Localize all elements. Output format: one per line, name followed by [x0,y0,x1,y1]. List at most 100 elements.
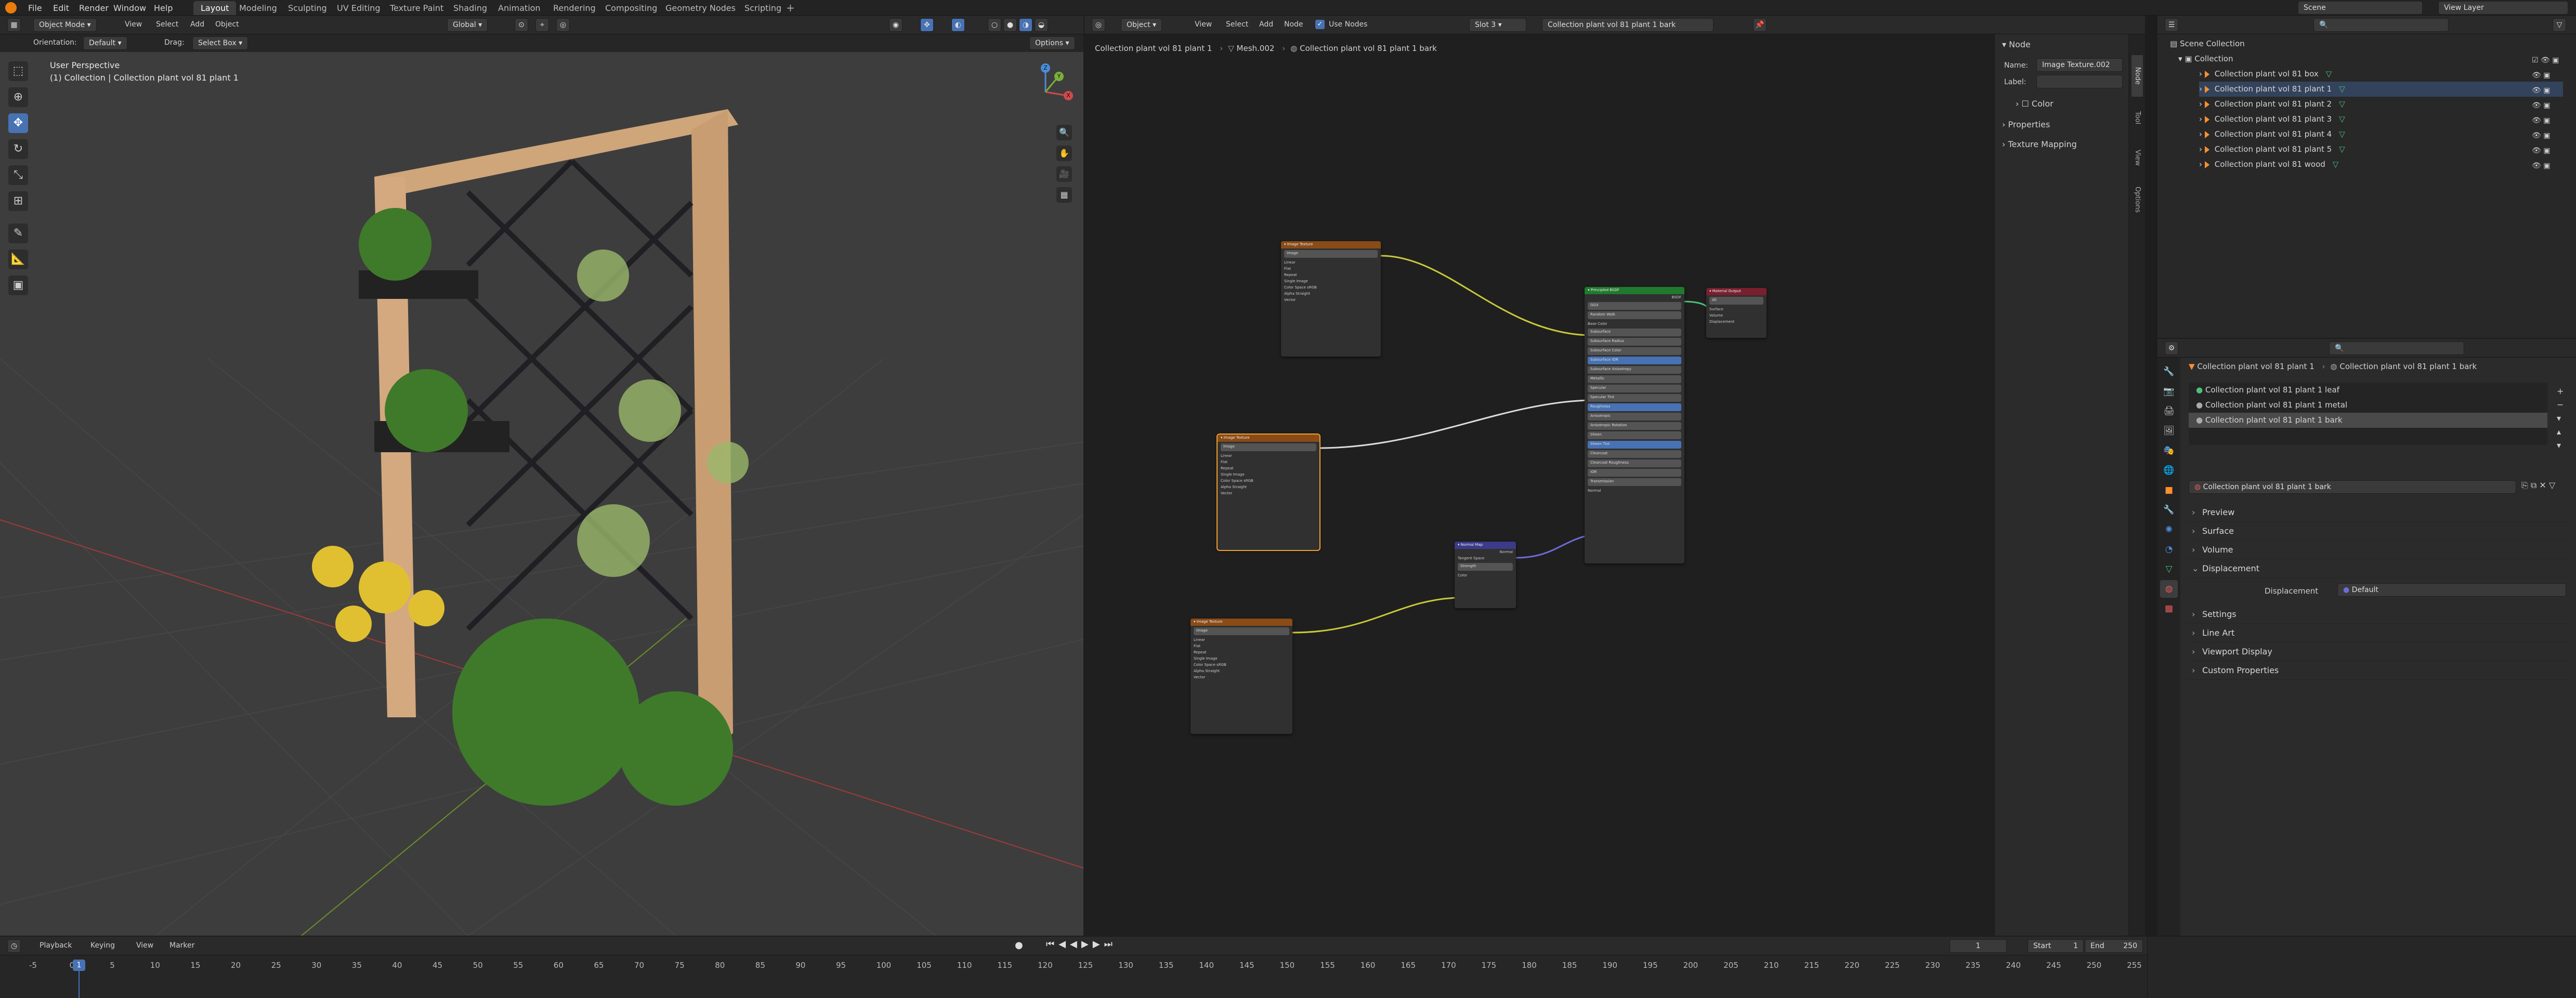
outliner-item[interactable]: › Collection plant vol 81 plant 4 ▽ [2199,127,2345,142]
gizmo-y[interactable]: Y [1054,72,1064,81]
line-art-section[interactable]: › Line Art [2187,624,2571,642]
orientation-dropdown[interactable]: Default ▾ [83,36,127,50]
visibility-column[interactable]: ☑ 👁 ▣ 👁 ▣ 👁 ▣ 👁 ▣ 👁 ▣ 👁 ▣ 👁 ▣ 👁 ▣ [2532,53,2559,174]
playhead[interactable]: 1 [73,960,85,971]
menu-edit[interactable]: Edit [48,1,74,15]
datablock-controls[interactable]: ⎘ ⧉ ✕ ▽ [2521,480,2555,491]
menu-file[interactable]: File [23,1,47,15]
properties-search-input[interactable]: 🔍 [2329,342,2464,355]
material-slot[interactable]: ● Collection plant vol 81 plant 1 leaf [2189,383,2547,398]
timeline-menu-marker[interactable]: Marker [169,941,194,950]
solid-shading-icon[interactable]: ● [1003,18,1017,32]
filter-icon[interactable]: ▽ [2553,18,2566,32]
timeline-menu-view[interactable]: View [136,941,153,950]
material-shading-icon[interactable]: ◑ [1019,18,1032,32]
surface-section[interactable]: › Surface [2187,522,2571,541]
drag-dropdown[interactable]: Select Box ▾ [192,36,249,50]
image-texture-node-1[interactable]: ▾ Image Texture Image Linear Flat Repeat Si… [1281,241,1381,357]
physics-tab-icon[interactable]: ◔ [2160,541,2178,558]
outliner-type-icon[interactable]: ☰ [2165,18,2178,32]
node-image-row[interactable]: Image [1194,627,1289,635]
timeline-ruler[interactable]: -5 0 5 10 15 20 25 30 35 40 45 50 55 60 65 70 75 80 85 90 95… [0,960,2147,972]
wireframe-shading-icon[interactable]: ○ [988,18,1001,32]
tab-scripting[interactable]: Scripting [737,1,789,15]
tweak-tool-icon[interactable]: ⬚ [8,61,28,81]
principled-bsdf-node[interactable]: ▾ Principled BSDF BSDF GGX Random Walk Bas… [1585,287,1684,563]
scene-selector[interactable]: Scene [2298,1,2423,15]
tab-shading[interactable]: Shading [446,1,494,15]
gizmo-z[interactable]: Z [1041,63,1050,73]
rendered-shading-icon[interactable]: ◒ [1035,18,1048,32]
move-tool-icon[interactable]: ✥ [8,113,28,133]
outliner-search-input[interactable]: 🔍 [2313,18,2449,32]
timeline-menu-playback[interactable]: Playback [40,941,72,950]
scale-tool-icon[interactable]: ⤡ [8,165,28,185]
node-name-field[interactable]: Image Texture.002 [2036,58,2123,72]
add-workspace-icon[interactable]: + [786,2,795,14]
zoom-icon[interactable]: 🔍 [1056,125,1072,140]
tab-rendering[interactable]: Rendering [546,1,603,15]
tab-compositing[interactable]: Compositing [598,1,664,15]
color-subsection[interactable]: › ☐ Color [2016,99,2054,109]
proportional-edit-icon[interactable]: ◎ [556,18,570,32]
collection-row[interactable]: ▾ ▣ Collection [2178,51,2233,67]
tab-view[interactable]: View [2132,139,2143,176]
ortho-grid-icon[interactable]: ▦ [1056,187,1072,203]
tab-geometry-nodes[interactable]: Geometry Nodes [658,1,743,15]
tab-modeling[interactable]: Modeling [232,1,284,15]
editor-type-icon[interactable]: ▦ [7,18,21,32]
tab-texture-paint[interactable]: Texture Paint [383,1,451,15]
tab-uv-editing[interactable]: UV Editing [330,1,387,15]
scene-tab-icon[interactable]: 🎭 [2160,442,2178,459]
navigation-gizmo[interactable]: Z X Y [1017,63,1074,121]
tab-node[interactable]: Node [2132,55,2143,97]
slot-controls[interactable]: + − ▾ ▴ ▾ [2557,385,2564,452]
material-tab-icon[interactable]: ◍ [2160,580,2178,598]
menu-object[interactable]: Object [215,20,239,29]
node-section-header[interactable]: ▾ Node [2002,40,2031,49]
outliner-item[interactable]: › Collection plant vol 81 plant 5 ▽ [2199,142,2345,157]
node-label-field[interactable] [2036,75,2123,88]
measure-tool-icon[interactable]: 📐 [8,250,28,269]
particles-tab-icon[interactable]: ✺ [2160,521,2178,539]
menu-view[interactable]: View [125,20,142,29]
output-tab-icon[interactable]: 🖨 [2160,402,2178,420]
material-datablock-field[interactable]: ◍ Collection plant vol 81 plant 1 bark [2189,480,2516,494]
menu-select[interactable]: Select [156,20,178,29]
custom-properties-section[interactable]: › Custom Properties [2187,661,2571,680]
blender-logo-icon[interactable] [5,2,17,14]
visibility-icon[interactable]: ◉ [889,18,903,32]
object-mode-dropdown[interactable]: Object Mode ▾ [33,18,97,32]
annotate-tool-icon[interactable]: ✎ [8,224,28,243]
material-slot[interactable]: ● Collection plant vol 81 plant 1 metal [2189,398,2547,413]
outliner-item[interactable]: › Collection plant vol 81 plant 1 ▽ [2199,82,2563,97]
viewport-display-section[interactable]: › Viewport Display [2187,642,2571,661]
outliner-item[interactable]: › Collection plant vol 81 plant 2 ▽ [2199,97,2345,112]
outliner-item[interactable]: › Collection plant vol 81 plant 3 ▽ [2199,112,2345,127]
playback-controls[interactable]: ⏮◀◀▶▶⏭ [1046,939,1117,950]
texture-mapping-section[interactable]: › Texture Mapping [2002,139,2077,149]
material-slot[interactable]: ● Collection plant vol 81 plant 1 bark [2189,413,2547,428]
end-frame-field[interactable]: End 250 [2085,939,2143,953]
scene-collection-row[interactable]: ▤ Scene Collection [2170,36,2245,51]
properties-section[interactable]: › Properties [2002,120,2050,129]
node-image-row[interactable]: Image [1221,443,1316,451]
timeline-type-icon[interactable]: ◷ [7,939,21,953]
view-layer-selector[interactable]: View Layer [2438,1,2568,15]
menu-help[interactable]: Help [149,1,178,15]
settings-section[interactable]: › Settings [2187,605,2571,624]
object-tab-icon[interactable]: ■ [2160,481,2178,499]
tab-layout[interactable]: Layout [193,1,237,15]
image-texture-node-2[interactable]: ▾ Image Texture Image Linear Flat Repeat Si… [1217,434,1320,551]
tab-animation[interactable]: Animation [491,1,548,15]
view-layer-tab-icon[interactable]: 🖼 [2160,422,2178,440]
snap-icon[interactable]: ⌖ [535,18,549,32]
tool-tab-icon[interactable]: 🔧 [2160,363,2178,380]
world-tab-icon[interactable]: 🌐 [2160,462,2178,479]
tab-options[interactable]: Options [2132,179,2143,220]
texture-tab-icon[interactable]: ▩ [2160,600,2178,618]
displacement-section[interactable]: ⌄ Displacement [2187,559,2571,578]
cursor-tool-icon[interactable]: ⊕ [8,87,28,107]
outliner-item[interactable]: › Collection plant vol 81 wood ▽ [2199,157,2338,172]
menu-window[interactable]: Window [108,1,151,15]
